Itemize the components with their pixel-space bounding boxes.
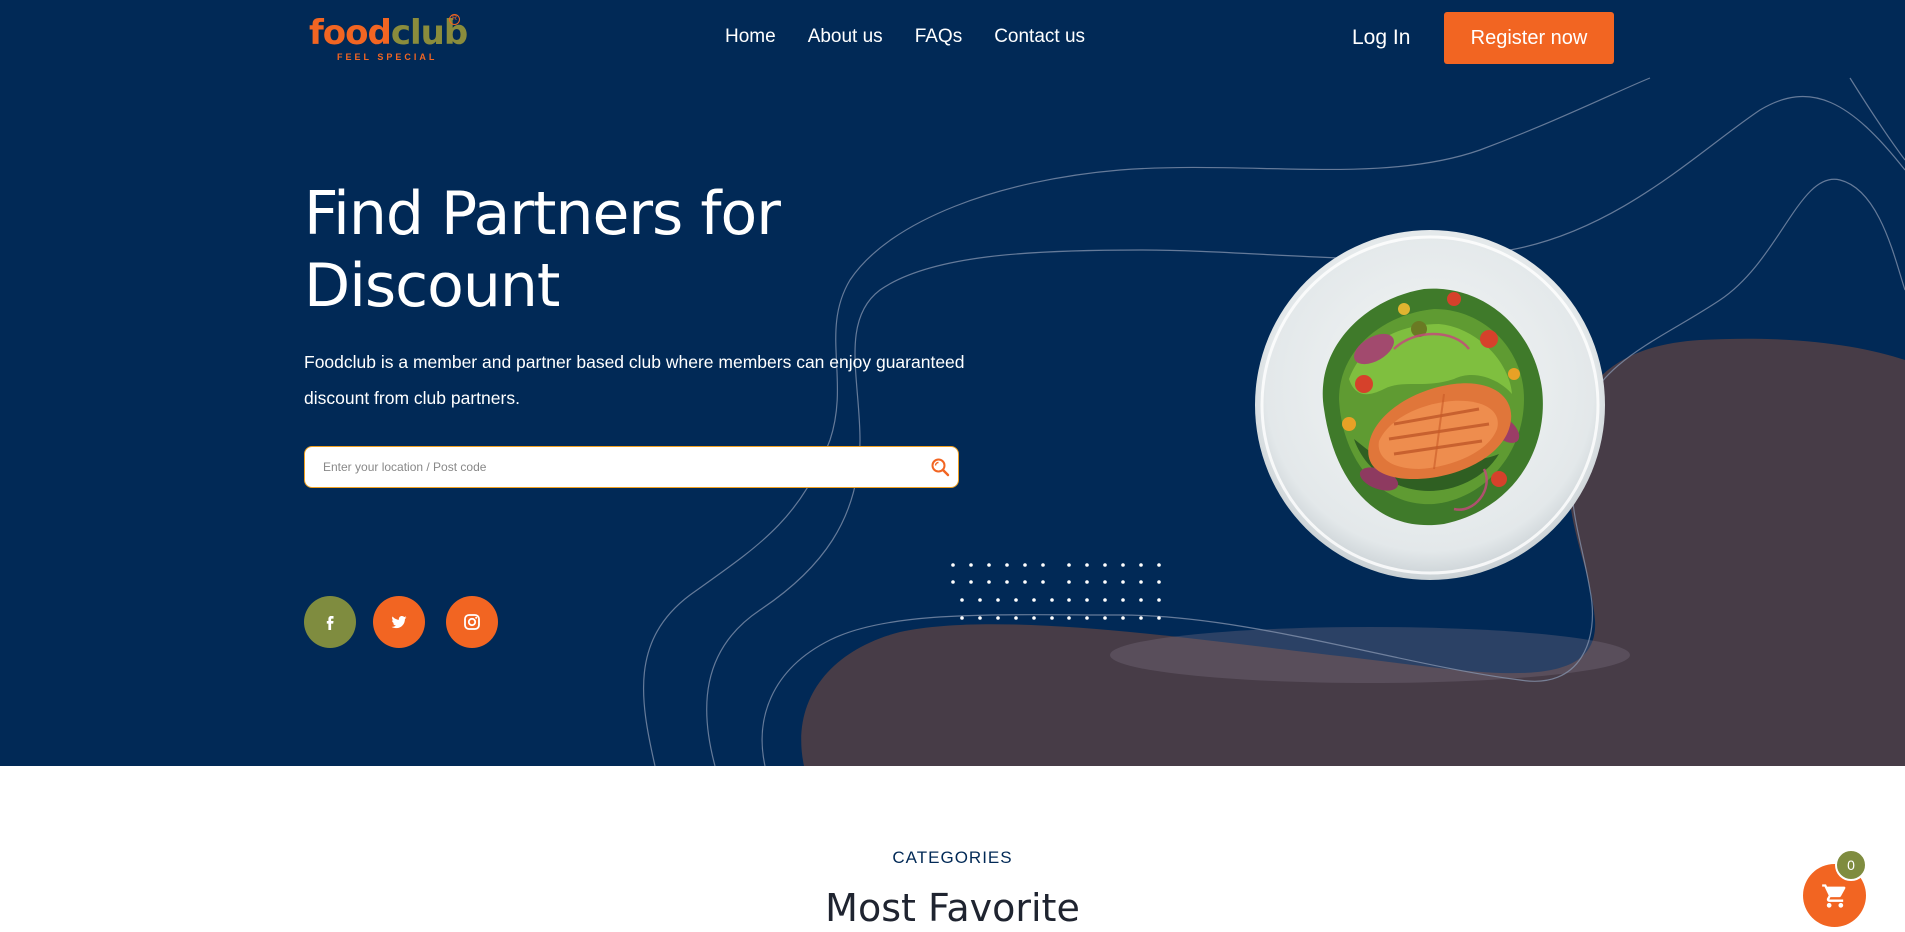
twitter-icon: [391, 616, 407, 629]
cart-count-badge: 0: [1835, 849, 1867, 881]
dot-pattern-decoration: [951, 563, 1161, 620]
most-favorite-title: Most Favorite: [825, 886, 1080, 930]
location-search-box: [304, 446, 959, 488]
nav-contact-link[interactable]: Contact us: [994, 26, 1085, 48]
register-button[interactable]: Register now: [1444, 12, 1614, 64]
search-icon[interactable]: [930, 457, 950, 477]
instagram-button[interactable]: [446, 596, 498, 648]
salmon-salad-plate-image: [1255, 230, 1605, 580]
facebook-button[interactable]: [304, 596, 356, 648]
login-link[interactable]: Log In: [1352, 26, 1410, 50]
nav-home-link[interactable]: Home: [725, 26, 776, 48]
instagram-icon: [464, 614, 480, 630]
nav-about-link[interactable]: About us: [808, 26, 883, 48]
nav-faqs-link[interactable]: FAQs: [915, 26, 963, 48]
cart-icon: [1821, 883, 1845, 908]
location-search-input[interactable]: [323, 447, 903, 487]
top-navigation: foodclub R FEEL SPECIAL Home About us FA…: [0, 0, 1905, 78]
headline-line-1: Find Partners for: [304, 179, 781, 249]
facebook-icon: [326, 616, 334, 630]
main-menu: Home About us FAQs Contact us: [725, 26, 1085, 48]
hero-description: Foodclub is a member and partner based c…: [304, 352, 965, 408]
foodclub-logo[interactable]: foodclub R FEEL SPECIAL: [309, 14, 468, 64]
twitter-button[interactable]: [373, 596, 425, 648]
headline-line-2: Discount: [304, 251, 560, 321]
hero-headline: Find Partners for Discount: [304, 178, 824, 322]
logo-wordmark: foodclub: [309, 13, 468, 53]
logo-tagline: FEEL SPECIAL: [337, 52, 438, 62]
hero-section: foodclub R FEEL SPECIAL Home About us FA…: [0, 0, 1905, 766]
registered-mark: R: [449, 14, 460, 25]
categories-label: CATEGORIES: [892, 848, 1013, 867]
